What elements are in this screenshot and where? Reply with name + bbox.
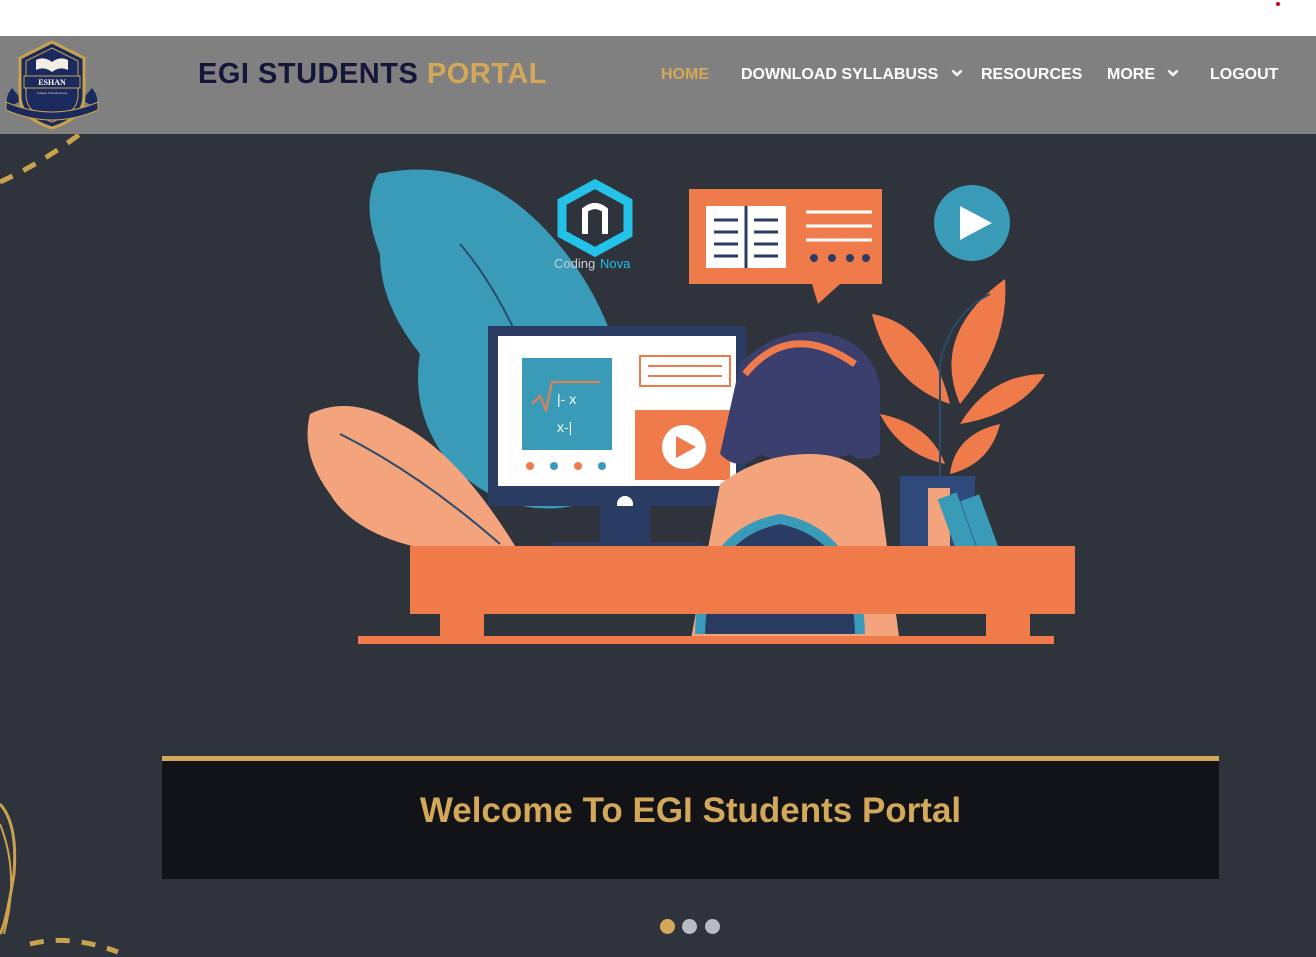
main-navbar: ESHAN College of Engineering EGI STUDENT… — [0, 36, 1316, 134]
college-logo[interactable]: ESHAN College of Engineering — [2, 38, 102, 132]
slide-dot-2[interactable] — [682, 919, 697, 934]
top-strip — [0, 0, 1316, 36]
nav-download-syllabus[interactable]: DOWNLOAD SYLLABUSS — [741, 66, 963, 86]
nav-home-label: HOME — [661, 66, 709, 83]
hero-slider: Coding Nova |- x x-| Welcome To EGI Stud… — [0, 134, 1316, 957]
coding-nova-text-2: Nova — [600, 256, 631, 271]
board-text-1: |- x — [557, 391, 576, 407]
status-dot — [1276, 2, 1280, 6]
slide-dot-3[interactable] — [705, 919, 720, 934]
nav-download-syllabus-label: DOWNLOAD SYLLABUSS — [741, 66, 939, 83]
nav-resources-label: RESOURCES — [981, 66, 1083, 83]
nav-resources[interactable]: RESOURCES — [981, 66, 1082, 86]
portal-title-part1: EGI STUDENTS — [198, 58, 419, 90]
nav-logout[interactable]: LOGOUT — [1210, 66, 1278, 86]
board-text-2: x-| — [557, 419, 572, 435]
chevron-down-icon — [951, 69, 963, 77]
logo-subtitle: College of Engineering — [37, 91, 68, 95]
nav-logout-label: LOGOUT — [1210, 66, 1279, 83]
portal-title[interactable]: EGI STUDENTS PORTAL — [198, 58, 547, 91]
nav-more[interactable]: MORE — [1107, 66, 1179, 86]
nav-home[interactable]: HOME — [661, 66, 709, 86]
portal-title-part2: PORTAL — [426, 58, 547, 90]
welcome-heading: Welcome To EGI Students Portal — [419, 791, 962, 830]
coding-nova-text-1: Coding — [554, 256, 595, 271]
nav-more-label: MORE — [1107, 66, 1155, 83]
logo-name: ESHAN — [38, 78, 66, 87]
slide-dot-1[interactable] — [660, 919, 675, 934]
chevron-down-icon — [1168, 69, 1179, 77]
welcome-banner: Welcome To EGI Students Portal — [162, 756, 1219, 879]
